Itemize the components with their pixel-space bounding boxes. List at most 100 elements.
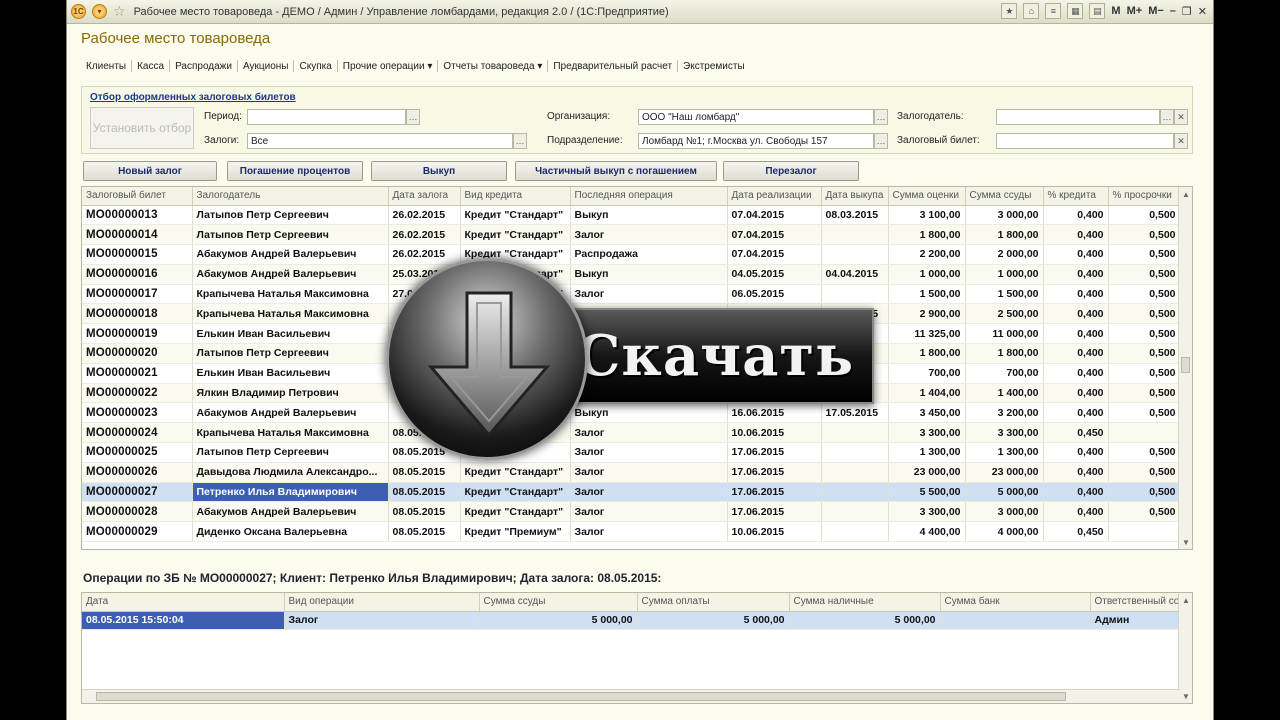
operations-hscrollbar[interactable]: [82, 689, 1180, 703]
tickets-table[interactable]: Залоговый билет Залогодатель Дата залога Ви…: [81, 186, 1193, 550]
menu-item-purchase[interactable]: Скупка: [294, 61, 336, 72]
restore-icon[interactable]: ❐: [1182, 5, 1192, 18]
pledger-field[interactable]: [996, 109, 1160, 125]
menu-item-sales[interactable]: Распродажи: [170, 61, 237, 72]
table-cell: [460, 402, 571, 424]
table-row[interactable]: МО00000017 Крапычева Наталья Максимовна 27…: [82, 284, 1181, 305]
ticket-field[interactable]: [996, 133, 1174, 149]
division-field[interactable]: Ломбард №1; г.Москва ул. Свободы 157: [638, 133, 874, 149]
table-row[interactable]: МО00000018 Крапычева Наталья Максимовна 23…: [82, 303, 1181, 325]
table-row[interactable]: МО00000028 Абакумов Андрей Валерьевич 08.0…: [82, 501, 1181, 523]
operations-scrollbar[interactable]: ▲ ▼: [1178, 593, 1192, 703]
app-logo-icon[interactable]: 1C: [71, 4, 86, 19]
organization-select-button[interactable]: …: [874, 109, 888, 125]
ops-column-header[interactable]: Вид операции: [284, 593, 480, 612]
division-select-button[interactable]: …: [874, 133, 888, 149]
pledges-field[interactable]: Все: [247, 133, 513, 149]
column-header[interactable]: % кредита: [1043, 187, 1109, 206]
filter-link[interactable]: Отбор оформленных залоговых билетов: [90, 92, 296, 103]
menu-item-preliminary-calc[interactable]: Предварительный расчет: [548, 61, 677, 72]
set-filter-button[interactable]: Установить отбор: [90, 107, 194, 149]
table-row[interactable]: МО00000022 Ялкин Владимир Петрович 1 404,0…: [82, 383, 1181, 404]
table-row[interactable]: МО00000015 Абакумов Андрей Валерьевич 26.0…: [82, 244, 1181, 265]
column-header[interactable]: Сумма оценки: [888, 187, 966, 206]
pledges-select-button[interactable]: …: [513, 133, 527, 149]
table-cell: 26.02.2015: [388, 244, 461, 265]
table-cell: [460, 422, 571, 444]
favorite-star-icon[interactable]: ☆: [113, 3, 126, 20]
table-cell: 700,00: [888, 363, 966, 384]
menu-item-extremists[interactable]: Экстремисты: [678, 61, 750, 72]
menu-dropdown-icon[interactable]: ▾: [92, 4, 107, 19]
favorites-icon[interactable]: ★: [1001, 3, 1018, 19]
memory-plus-button[interactable]: M+: [1127, 5, 1143, 17]
column-header[interactable]: Последняя операция: [570, 187, 728, 206]
table-row[interactable]: МО00000023 Абакумов Андрей Валерьевич Выку…: [82, 402, 1181, 424]
table-row[interactable]: МО00000019 Елькин Иван Васильевич 11 325,0…: [82, 323, 1181, 345]
table-row[interactable]: МО00000029 Диденко Оксана Валерьевна 08.05…: [82, 521, 1181, 543]
ops-column-header[interactable]: Сумма банк: [940, 593, 1091, 612]
table-row[interactable]: МО00000020 Латыпов Петр Сергеевич 1 800,00…: [82, 343, 1181, 364]
table-row[interactable]: МО00000016 Абакумов Андрей Валерьевич 25.0…: [82, 264, 1181, 285]
column-header[interactable]: Дата залога: [388, 187, 461, 206]
period-select-button[interactable]: …: [406, 109, 420, 125]
ops-column-header[interactable]: Ответственный со: [1090, 593, 1181, 612]
operations-table[interactable]: Дата Вид операции Сумма ссуды Сумма оплаты С…: [81, 592, 1193, 704]
table-cell: 0,500: [1108, 264, 1181, 285]
table-row[interactable]: МО00000026 Давыдова Людмила Александро...…: [82, 462, 1181, 483]
menu-item-reports[interactable]: Отчеты товароведа ▾: [438, 61, 547, 72]
table-row[interactable]: МО00000027 Петренко Илья Владимирович 08.0…: [82, 482, 1181, 503]
menu-item-other-operations[interactable]: Прочие операции ▾: [338, 61, 438, 72]
organization-field[interactable]: ООО "Наш ломбард": [638, 109, 874, 125]
memory-button[interactable]: M: [1111, 5, 1120, 17]
table-cell: Залог: [570, 462, 728, 483]
column-header[interactable]: % просрочки: [1108, 187, 1181, 206]
interest-payment-button[interactable]: Погашение процентов: [227, 161, 363, 181]
scroll-down-icon[interactable]: ▼: [1179, 535, 1192, 549]
notes-icon[interactable]: ≡: [1045, 3, 1062, 19]
memory-minus-button[interactable]: M−: [1148, 5, 1164, 17]
ops-table-row[interactable]: 08.05.2015 15:50:04 Залог 5 000,00 5 000,00…: [82, 611, 1181, 630]
ops-column-header[interactable]: Сумма ссуды: [479, 593, 638, 612]
calendar-icon[interactable]: ▤: [1089, 3, 1106, 19]
pledger-clear-icon[interactable]: ✕: [1174, 109, 1188, 125]
home-icon[interactable]: ⌂: [1023, 3, 1040, 19]
repledge-button[interactable]: Перезалог: [723, 161, 859, 181]
menu-item-cash[interactable]: Касса: [132, 61, 169, 72]
close-icon[interactable]: ✕: [1198, 5, 1207, 18]
buyout-button[interactable]: Выкуп: [371, 161, 507, 181]
column-header[interactable]: Залогодатель: [192, 187, 389, 206]
table-row[interactable]: МО00000014 Латыпов Петр Сергеевич 26.02.20…: [82, 224, 1181, 246]
partial-buyout-button[interactable]: Частичный выкуп с погашением: [515, 161, 717, 181]
hscroll-thumb[interactable]: [96, 692, 1066, 701]
ticket-clear-icon[interactable]: ✕: [1174, 133, 1188, 149]
table-cell: [570, 303, 728, 325]
table-row[interactable]: МО00000013 Латыпов Петр Сергеевич 26.02.20…: [82, 205, 1181, 226]
new-pledge-button[interactable]: Новый залог: [83, 161, 217, 181]
column-header[interactable]: Залоговый билет: [82, 187, 193, 206]
ops-scroll-up-icon[interactable]: ▲: [1179, 593, 1192, 607]
table-cell: 11 000,00: [965, 323, 1044, 345]
column-header[interactable]: Сумма ссуды: [965, 187, 1044, 206]
ops-column-header[interactable]: Сумма наличные: [789, 593, 941, 612]
minimize-icon[interactable]: –: [1170, 5, 1176, 17]
period-field[interactable]: [247, 109, 406, 125]
table-row[interactable]: МО00000025 Латыпов Петр Сергеевич 08.05.20…: [82, 442, 1181, 463]
table-row[interactable]: МО00000021 Елькин Иван Васильевич 700,00 70…: [82, 363, 1181, 384]
ops-column-header[interactable]: Дата: [82, 593, 285, 612]
column-header[interactable]: Дата реализации: [727, 187, 822, 206]
calculator-icon[interactable]: ▦: [1067, 3, 1084, 19]
ops-scroll-down-icon[interactable]: ▼: [1179, 689, 1192, 703]
scroll-thumb[interactable]: [1181, 357, 1190, 373]
menu-item-clients[interactable]: Клиенты: [81, 61, 131, 72]
column-header[interactable]: Вид кредита: [460, 187, 571, 206]
table-cell: 0,400: [1043, 363, 1109, 384]
table-row[interactable]: МО00000024 Крапычева Наталья Максимовна 08…: [82, 422, 1181, 444]
pledger-select-button[interactable]: …: [1160, 109, 1174, 125]
table-cell: Латыпов Петр Сергеевич: [192, 224, 389, 246]
menu-item-auctions[interactable]: Аукционы: [238, 61, 294, 72]
column-header[interactable]: Дата выкупа: [821, 187, 889, 206]
tickets-scrollbar[interactable]: ▲ ▼: [1178, 187, 1192, 549]
scroll-up-icon[interactable]: ▲: [1179, 187, 1192, 201]
ops-column-header[interactable]: Сумма оплаты: [637, 593, 790, 612]
